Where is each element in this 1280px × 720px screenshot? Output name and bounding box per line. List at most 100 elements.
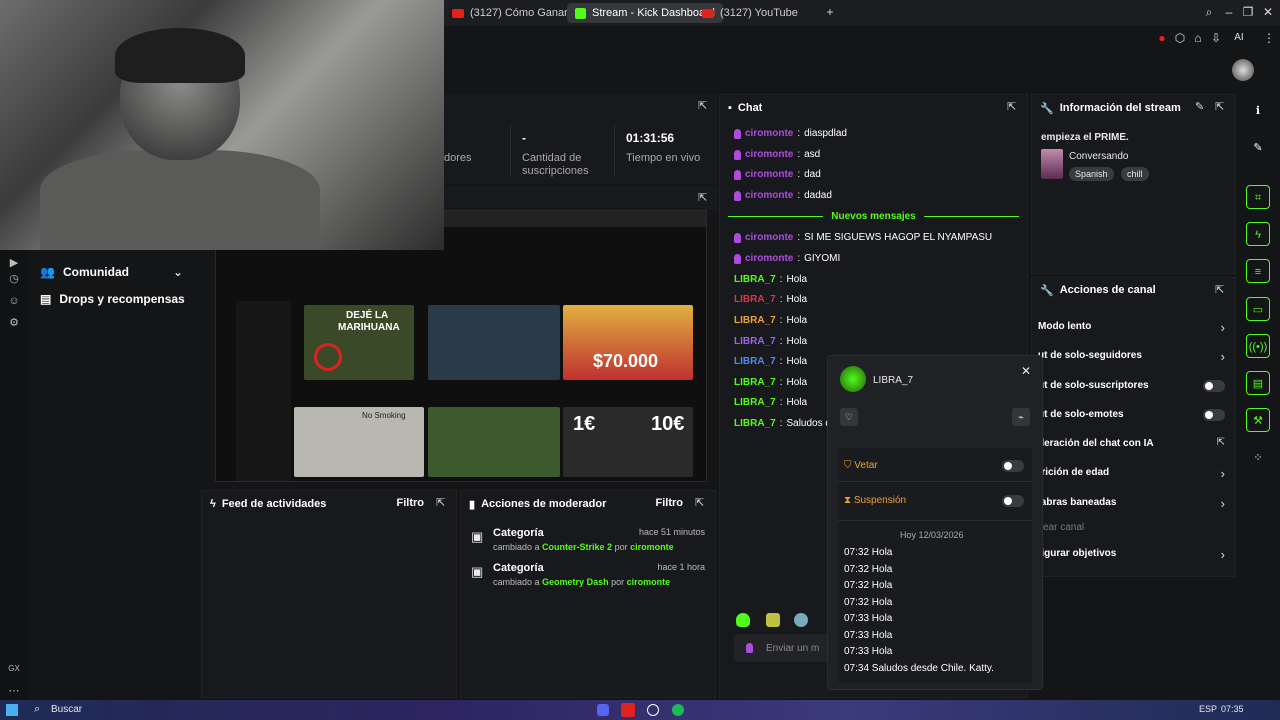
chat-message[interactable]: LIBRA_7: Hola	[734, 274, 807, 285]
moderator-name[interactable]: ciromonte	[627, 577, 671, 587]
avatar[interactable]	[1232, 59, 1254, 81]
filter-button[interactable]: Filtro	[397, 497, 425, 509]
channel-action-item[interactable]: deración del chat con IA ⇱	[1038, 437, 1229, 452]
chat-message[interactable]: ciromonte: SI ME SIGUEWS HAGOP EL NYAMPAS…	[734, 232, 992, 243]
chat-input[interactable]: Enviar un m	[734, 634, 834, 662]
sidebar-item-community[interactable]: 👥 Comunidad ⌄	[40, 265, 183, 279]
record-icon[interactable]: ●	[1155, 31, 1169, 45]
channel-action-item[interactable]: ut de solo-seguidores ›	[1038, 349, 1229, 364]
chat-message[interactable]: LIBRA_7: Hola	[734, 315, 807, 326]
chat-message[interactable]: LIBRA_7: Hola	[734, 336, 807, 347]
chat-message[interactable]: ciromonte: dadad	[734, 190, 832, 201]
mic-icon[interactable]: ⌁	[1012, 408, 1030, 426]
channel-action-item[interactable]: ut de solo-emotes	[1038, 409, 1229, 423]
chat-username[interactable]: LIBRA_7	[734, 336, 776, 347]
chat-username[interactable]: ciromonte	[745, 232, 793, 243]
channel-action-item[interactable]: ut de solo-suscriptores	[1038, 380, 1229, 394]
search-icon[interactable]: ⌕	[1202, 5, 1216, 19]
channel-action-item[interactable]: itear canal	[1038, 522, 1229, 536]
broadcast-icon[interactable]: ((•))	[1246, 334, 1270, 358]
category-name[interactable]: Geometry Dash	[542, 577, 609, 587]
stream-preview[interactable]: DEJÉ LA MARIHUANA $70.000 No Smoking 1€ …	[215, 210, 707, 482]
tab-youtube-home[interactable]: (3127) YouTube	[694, 3, 806, 23]
chat-username[interactable]: ciromonte	[745, 190, 793, 201]
channel-action-item[interactable]: trición de edad ›	[1038, 466, 1229, 481]
chat-username[interactable]: LIBRA_7	[734, 418, 776, 429]
emote-icon[interactable]	[794, 613, 808, 627]
sidebar-item-drops[interactable]: ▤ Drops y recompensas	[40, 292, 185, 306]
discord-icon[interactable]	[597, 704, 609, 716]
chat-message[interactable]: ciromonte: asd	[734, 149, 820, 160]
chat-username[interactable]: ciromonte	[745, 253, 793, 264]
chat-username[interactable]: LIBRA_7	[734, 315, 776, 326]
language-indicator[interactable]: ESP	[1199, 704, 1217, 714]
chat-message[interactable]: ciromonte: GIYOMI	[734, 253, 840, 264]
close-icon[interactable]: ✕	[1021, 364, 1031, 378]
chat-username[interactable]: LIBRA_7	[734, 356, 776, 367]
new-messages-divider[interactable]: Nuevos mensajes	[728, 210, 1019, 222]
channel-action-item[interactable]: labras baneadas ›	[1038, 496, 1229, 511]
emote-icon[interactable]	[736, 613, 750, 627]
clock[interactable]: 07:35	[1221, 704, 1244, 714]
menu-icon[interactable]: ⋮	[1262, 31, 1276, 45]
popout-icon[interactable]: ⇱	[1007, 101, 1019, 113]
user-card-username[interactable]: LIBRA_7	[873, 375, 913, 386]
new-tab-icon[interactable]: +	[823, 5, 837, 19]
channel-action-item[interactable]: Modo lento ›	[1038, 320, 1229, 335]
chat-username[interactable]: LIBRA_7	[734, 294, 776, 305]
bolt-icon[interactable]: ϟ	[1246, 222, 1270, 246]
moderator-name[interactable]: ciromonte	[630, 542, 674, 552]
opera-icon[interactable]	[621, 703, 635, 717]
minimize-icon[interactable]: –	[1222, 5, 1236, 19]
chat-message[interactable]: LIBRA_7: Hola	[734, 397, 807, 408]
list-icon[interactable]: ≡	[1246, 259, 1270, 283]
toggle-switch[interactable]	[1203, 409, 1225, 421]
popout-icon[interactable]: ⇱	[695, 497, 707, 509]
chat-username[interactable]: ciromonte	[745, 149, 793, 160]
layout-icon[interactable]: ▤	[1246, 371, 1270, 395]
popout-icon[interactable]: ⇱	[698, 192, 710, 204]
chat-message[interactable]: ciromonte: dad	[734, 169, 821, 180]
heart-icon[interactable]: ♡	[840, 408, 858, 426]
popout-icon[interactable]: ⇱	[698, 100, 710, 112]
chat-message[interactable]: ciromonte: diaspdlad	[734, 128, 847, 139]
extensions-icon[interactable]: ⬡	[1173, 31, 1187, 45]
chat-username[interactable]: LIBRA_7	[734, 377, 776, 388]
chat-message[interactable]: LIBRA_7: Hola	[734, 377, 807, 388]
pencil-icon[interactable]: ✎	[1246, 136, 1270, 160]
close-icon[interactable]: ✕	[1261, 5, 1275, 19]
more-icon[interactable]: ⋯	[7, 684, 21, 698]
popout-icon[interactable]: ⇱	[1215, 284, 1227, 296]
filter-button[interactable]: Filtro	[656, 497, 684, 509]
ban-toggle[interactable]	[1002, 460, 1024, 472]
obs-icon[interactable]	[647, 704, 659, 716]
settings-icon[interactable]: ⚙	[7, 316, 21, 330]
popout-icon[interactable]: ⇱	[1215, 101, 1227, 113]
channel-action-item[interactable]: figurar objetivos ›	[1038, 547, 1229, 562]
ai-button[interactable]: AI	[1227, 31, 1251, 45]
play-icon[interactable]: ▶	[7, 256, 21, 270]
info-icon[interactable]: ℹ	[1246, 99, 1270, 123]
chat-username[interactable]: LIBRA_7	[734, 397, 776, 408]
taskbar-search[interactable]: Buscar	[51, 704, 82, 715]
wrench-icon[interactable]: ⚒	[1246, 408, 1270, 432]
category-name[interactable]: Counter-Strike 2	[542, 542, 612, 552]
chat-username[interactable]: ciromonte	[745, 169, 793, 180]
spotify-icon[interactable]	[672, 704, 684, 716]
chat-message[interactable]: LIBRA_7: Hola	[734, 356, 807, 367]
emote-icon[interactable]	[766, 613, 780, 627]
download-icon[interactable]: ⇩	[1209, 31, 1223, 45]
popout-icon[interactable]: ⇱	[436, 497, 448, 509]
timeout-toggle[interactable]	[1002, 495, 1024, 507]
apps-icon[interactable]: ⁘	[1246, 446, 1270, 470]
clock-icon[interactable]: ◷	[7, 272, 21, 286]
maximize-icon[interactable]: ❐	[1241, 5, 1255, 19]
chat-message[interactable]: LIBRA_7: Hola	[734, 294, 807, 305]
edit-icon[interactable]: ✎	[1195, 101, 1207, 113]
windows-start-icon[interactable]	[6, 704, 18, 716]
lock-icon[interactable]: ⌂	[1191, 31, 1205, 45]
chat-username[interactable]: LIBRA_7	[734, 274, 776, 285]
scan-icon[interactable]: ⌗	[1246, 185, 1270, 209]
chat-username[interactable]: ciromonte	[745, 128, 793, 139]
chat-icon[interactable]: ▭	[1246, 297, 1270, 321]
